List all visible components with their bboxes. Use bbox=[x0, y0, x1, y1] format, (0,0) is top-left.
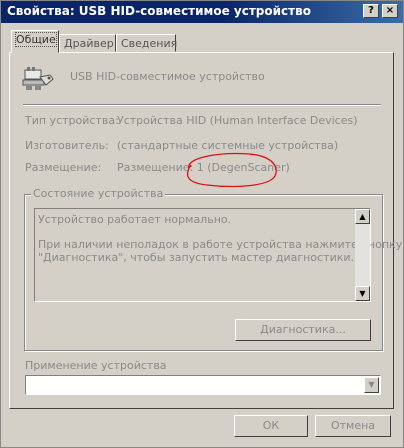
properties-dialog: Свойства: USB HID-совместимое устройство… bbox=[0, 0, 404, 448]
usb-device-icon bbox=[22, 67, 54, 90]
title-bar[interactable]: Свойства: USB HID-совместимое устройство… bbox=[1, 1, 403, 23]
tab-details[interactable]: Сведения bbox=[116, 34, 178, 52]
ok-button[interactable]: ОК bbox=[234, 415, 308, 437]
device-status-text[interactable]: Устройство работает нормально. При налич… bbox=[34, 208, 402, 302]
tab-label: Общие bbox=[15, 32, 57, 47]
device-type-label: Тип устройства: bbox=[25, 114, 119, 127]
tab-general[interactable]: Общие bbox=[11, 30, 59, 53]
scroll-up-icon[interactable]: ▲ bbox=[355, 209, 370, 224]
tab-label: Драйвер bbox=[64, 37, 114, 50]
tab-label: Сведения bbox=[121, 37, 178, 50]
diagnostics-button[interactable]: Диагностика... bbox=[235, 319, 371, 341]
close-button[interactable]: × bbox=[382, 4, 398, 18]
device-status-title: Состояние устройства bbox=[31, 187, 166, 200]
cancel-button[interactable]: Отмена bbox=[315, 415, 391, 437]
device-type-value: Устройства HID (Human Interface Devices) bbox=[117, 114, 358, 127]
tab-driver[interactable]: Драйвер bbox=[59, 34, 116, 52]
scroll-down-icon[interactable]: ▼ bbox=[355, 286, 370, 301]
manufacturer-label: Изготовитель: bbox=[25, 139, 109, 152]
status-line: "Диагностика", чтобы запустить мастер ди… bbox=[38, 251, 355, 264]
status-scrollbar[interactable]: ▲ ▼ bbox=[355, 209, 370, 301]
help-button[interactable]: ? bbox=[363, 4, 379, 18]
annotation-circle bbox=[186, 152, 277, 188]
device-name: USB HID-совместимое устройство bbox=[70, 70, 265, 83]
location-label: Размещение: bbox=[25, 161, 102, 174]
chevron-down-icon[interactable]: ▼ bbox=[364, 377, 379, 393]
device-usage-select[interactable]: ▼ bbox=[25, 375, 381, 395]
device-usage-label: Применение устройства bbox=[25, 359, 167, 372]
status-line: Устройство работает нормально. bbox=[38, 213, 232, 226]
status-line: При наличии неполадок в работе устройств… bbox=[38, 238, 403, 251]
separator bbox=[23, 104, 381, 106]
window-title: Свойства: USB HID-совместимое устройство bbox=[7, 4, 311, 18]
